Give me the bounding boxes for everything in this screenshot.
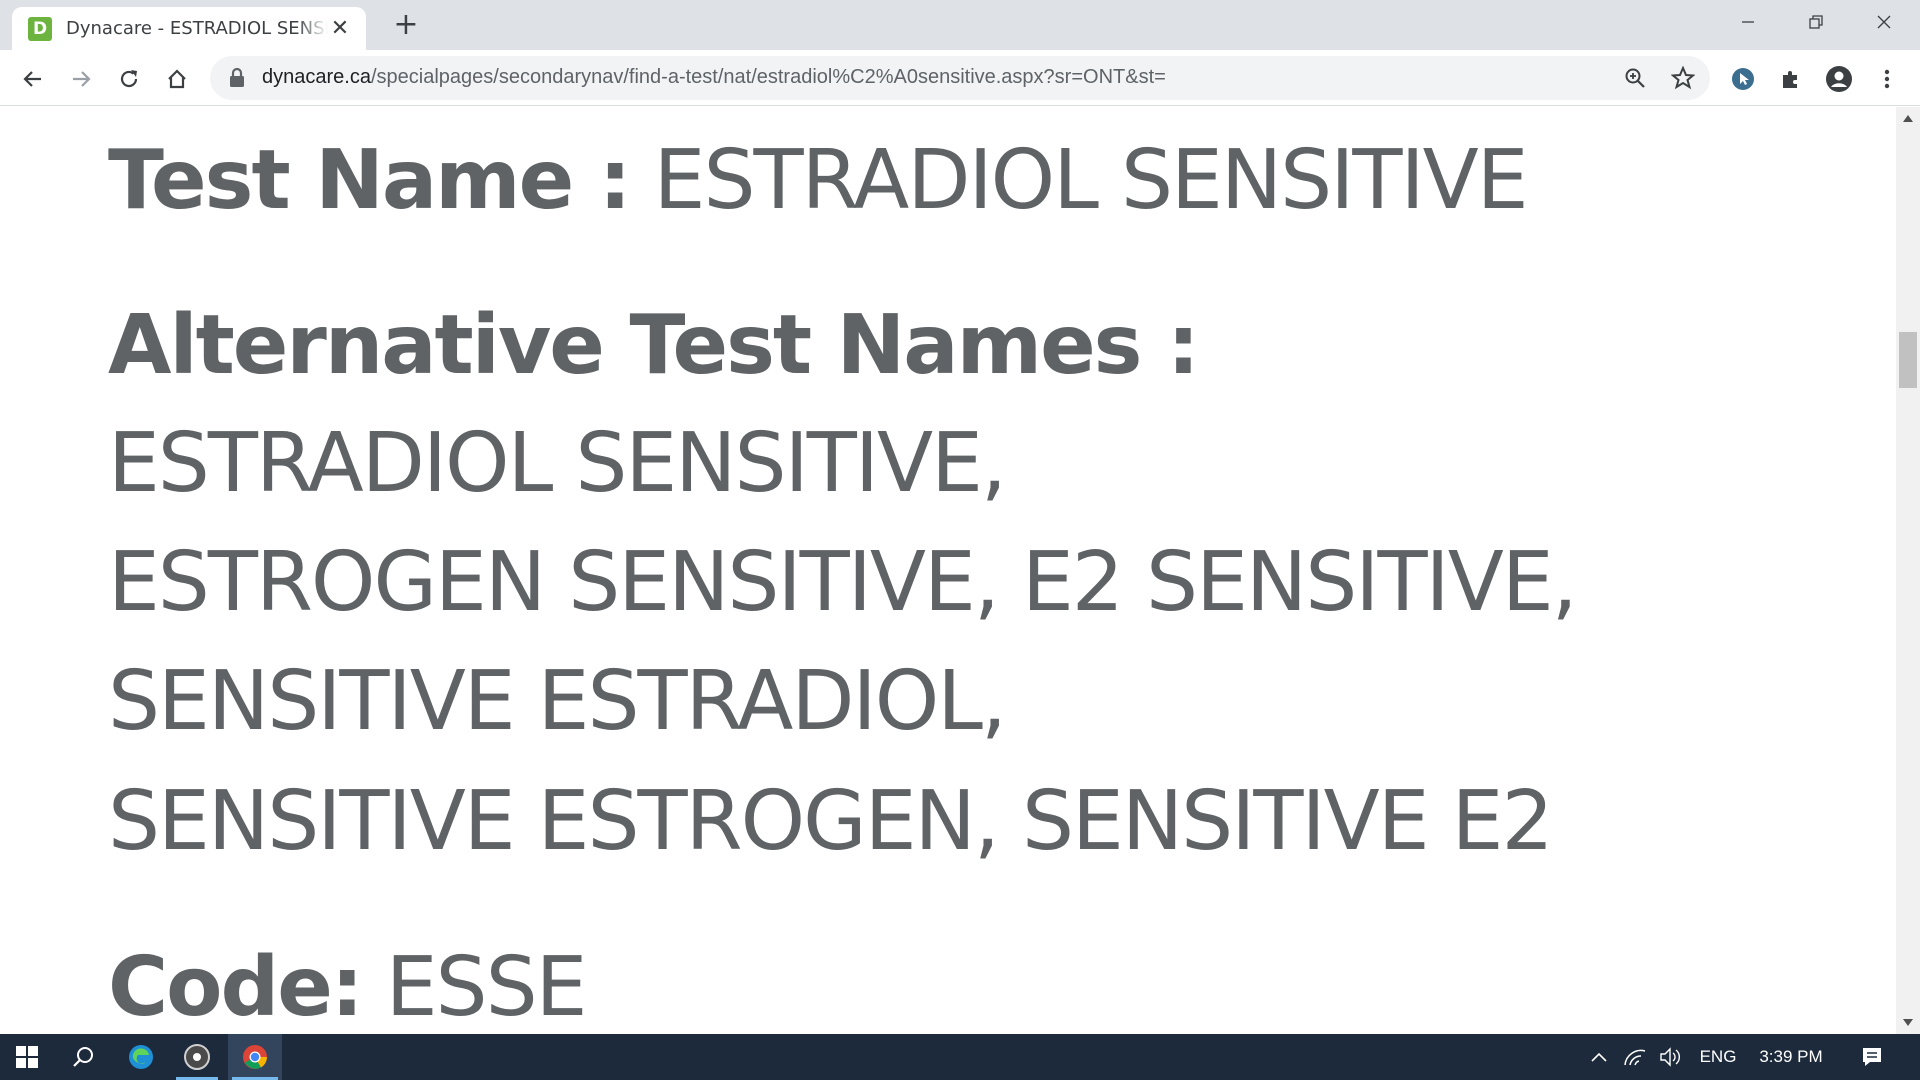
tab-title: Dynacare - ESTRADIOL SENSITIVE: [66, 18, 328, 39]
back-arrow-icon: [23, 71, 41, 87]
reload-icon: [120, 70, 138, 88]
star-icon: [1671, 66, 1695, 90]
chevron-up-icon: [1591, 1052, 1607, 1062]
extension-button[interactable]: [1728, 64, 1758, 94]
menu-button[interactable]: [1872, 64, 1902, 94]
scroll-up-arrow-icon[interactable]: [1903, 115, 1913, 122]
url-path: /specialpages/secondarynav/find-a-test/n…: [370, 66, 1166, 88]
web-page: Test Name : ESTRADIOL SENSITIVE Alternat…: [0, 107, 1896, 1034]
test-name-label: Test Name :: [108, 133, 632, 228]
scrollbar-thumb[interactable]: [1899, 332, 1917, 388]
vertical-scrollbar[interactable]: [1896, 107, 1920, 1034]
restore-icon: [1809, 15, 1823, 29]
lock-icon: [230, 67, 244, 87]
media-player-icon: [184, 1044, 210, 1070]
notification-center-icon: [1863, 1048, 1881, 1066]
new-tab-button[interactable]: +: [390, 10, 422, 42]
windows-taskbar: ENG 3:39 PM: [0, 1034, 1920, 1080]
alternative-name-line: SENSITIVE ESTRADIOL,: [108, 654, 1007, 749]
alternative-name-line: ESTROGEN SENSITIVE, E2 SENSITIVE,: [108, 535, 1578, 630]
close-tab-icon[interactable]: ✕: [328, 16, 352, 41]
network-button[interactable]: [1620, 1034, 1650, 1080]
cursor-extension-icon: [1732, 68, 1754, 90]
close-icon: [1877, 15, 1891, 29]
code-value: ESSE: [385, 940, 588, 1034]
zoom-button[interactable]: [1620, 63, 1650, 93]
extensions-button[interactable]: [1776, 64, 1806, 94]
browser-toolbar: dynacare.ca/specialpages/secondarynav/fi…: [0, 50, 1920, 106]
home-icon: [168, 69, 186, 89]
search-button[interactable]: [58, 1034, 108, 1080]
language-indicator[interactable]: ENG: [1694, 1034, 1742, 1080]
url-text: dynacare.ca/specialpages/secondarynav/fi…: [262, 66, 1166, 89]
notifications-button[interactable]: [1852, 1034, 1892, 1080]
clock[interactable]: 3:39 PM: [1750, 1034, 1832, 1080]
search-icon: [73, 1047, 93, 1067]
url-host: dynacare.ca: [262, 66, 371, 88]
edge-icon: [129, 1045, 153, 1069]
alternative-names-label: Alternative Test Names :: [108, 298, 1200, 393]
alternative-name-line: ESTRADIOL SENSITIVE,: [108, 416, 1007, 511]
forward-arrow-icon: [73, 71, 91, 87]
home-button[interactable]: [162, 64, 192, 94]
chrome-app-button[interactable]: [228, 1034, 282, 1080]
profile-button[interactable]: [1824, 64, 1854, 94]
test-name-value: ESTRADIOL SENSITIVE: [653, 133, 1529, 228]
profile-avatar-icon: [1826, 66, 1852, 92]
browser-tab[interactable]: D Dynacare - ESTRADIOL SENSITIVE ✕: [12, 7, 366, 50]
media-app-button[interactable]: [172, 1034, 222, 1080]
kebab-menu-icon: [1884, 69, 1890, 89]
back-button[interactable]: [18, 64, 48, 94]
windows-logo-icon: [16, 1046, 38, 1068]
network-icon: [1624, 1049, 1646, 1066]
code-row: Code: ESSE: [108, 947, 587, 1029]
minimize-icon: [1742, 21, 1754, 23]
speaker-icon: [1660, 1047, 1680, 1067]
show-hidden-icons-button[interactable]: [1584, 1034, 1614, 1080]
alternative-name-line: SENSITIVE ESTROGEN, SENSITIVE E2: [108, 774, 1554, 869]
bookmark-star-button[interactable]: [1668, 63, 1698, 93]
edge-app-button[interactable]: [116, 1034, 166, 1080]
start-button[interactable]: [0, 1034, 54, 1080]
favicon-letter: D: [32, 18, 48, 39]
puzzle-icon: [1783, 71, 1797, 88]
code-label: Code:: [108, 940, 364, 1034]
scroll-down-arrow-icon[interactable]: [1903, 1019, 1913, 1026]
zoom-icon: [1625, 68, 1645, 88]
reload-button[interactable]: [114, 64, 144, 94]
close-window-button[interactable]: [1850, 0, 1918, 44]
volume-button[interactable]: [1656, 1034, 1686, 1080]
test-name-row: Test Name : ESTRADIOL SENSITIVE: [108, 140, 1529, 222]
restore-button[interactable]: [1782, 0, 1850, 44]
minimize-button[interactable]: [1714, 0, 1782, 44]
dynacare-favicon-icon: D: [28, 16, 52, 41]
tab-strip: D Dynacare - ESTRADIOL SENSITIVE ✕ +: [0, 0, 1920, 50]
forward-button[interactable]: [66, 64, 96, 94]
address-bar[interactable]: dynacare.ca/specialpages/secondarynav/fi…: [210, 56, 1710, 100]
chrome-icon: [243, 1045, 268, 1069]
